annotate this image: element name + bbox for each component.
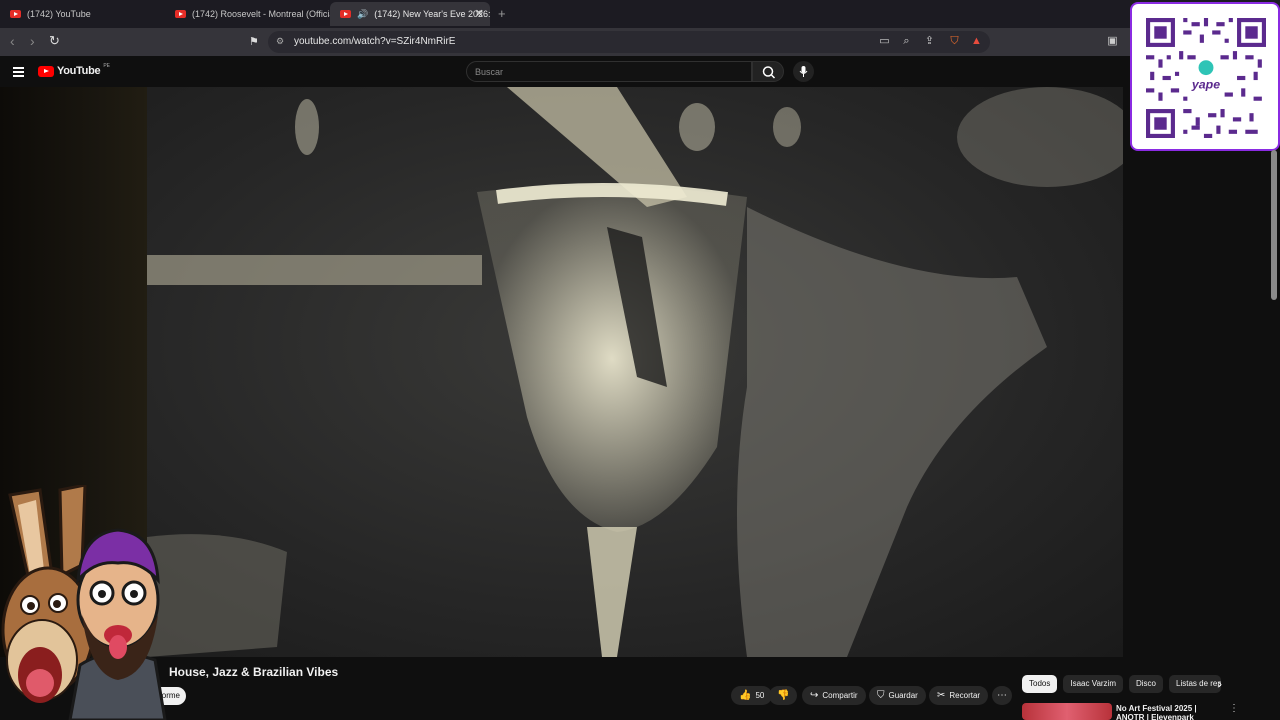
back-icon[interactable]: ‹ <box>10 33 15 49</box>
secondary-column <box>1123 87 1280 687</box>
dislike-button[interactable]: 👎 <box>769 686 798 705</box>
browser-tab-roosevelt[interactable]: (1742) Roosevelt - Montreal (Official <box>165 2 330 26</box>
search-icon <box>762 66 776 79</box>
yape-qr-code-overlay: yape <box>1130 2 1280 151</box>
forward-icon[interactable]: › <box>30 33 35 49</box>
youtube-play-icon <box>38 65 54 77</box>
recommendation-thumbnail[interactable] <box>1022 703 1112 720</box>
browser-tab-new-years-eve[interactable]: 🔊 (1742) New Year's Eve 2026: D ✕ <box>330 2 490 26</box>
more-vertical-icon[interactable]: ⋮ <box>1229 703 1239 714</box>
video-player[interactable] <box>147 87 1123 657</box>
clip-button[interactable]: ✂ Recortar <box>929 686 989 705</box>
chip-todos[interactable]: Todos <box>1022 675 1058 693</box>
address-bar[interactable]: ⚙ youtube.com/watch?v=SZir4NmRirE ▭ ⌕ ⇪ … <box>268 31 990 53</box>
site-settings-icon[interactable]: ⚙ <box>276 36 284 47</box>
like-count: 50 <box>755 691 765 700</box>
recommendation-chips: Todos Isaac Varzim Disco Listas de rep <box>1022 675 1222 693</box>
speaker-icon[interactable]: 🔊 <box>357 9 368 20</box>
brave-rewards-icon[interactable]: ▲ <box>970 35 983 48</box>
reload-icon[interactable]: ↻ <box>49 33 60 49</box>
like-button[interactable]: 👍 50 <box>731 686 773 705</box>
search-button[interactable] <box>752 61 784 82</box>
search-input[interactable]: Buscar <box>466 61 752 82</box>
sidebar-toggle-icon[interactable]: ▣ <box>1106 35 1119 48</box>
close-tab-icon[interactable]: ✕ <box>475 7 484 20</box>
save-button[interactable]: ⛉ Guardar <box>869 686 926 705</box>
youtube-favicon-icon <box>10 10 21 18</box>
tab-label: (1742) YouTube <box>27 9 91 19</box>
brave-shield-icon[interactable]: ⛉ <box>948 35 961 48</box>
microphone-icon <box>799 66 808 77</box>
streamer-mascot-overlay <box>1 485 167 720</box>
new-tab-button[interactable]: + <box>498 6 506 21</box>
thumbs-up-icon: 👍 <box>739 690 752 701</box>
chip-disco[interactable]: Disco <box>1129 675 1164 693</box>
youtube-favicon-icon <box>340 10 351 18</box>
tab-label: (1742) Roosevelt - Montreal (Official <box>192 9 330 19</box>
more-actions-button[interactable]: ⋯ <box>992 686 1012 705</box>
chevron-right-icon[interactable]: › <box>1218 677 1222 691</box>
page-scrollbar[interactable] <box>1271 150 1277 300</box>
bookmark-icon[interactable]: ⚑ <box>249 35 259 48</box>
video-frame-champagne-glass <box>147 87 1123 657</box>
zoom-icon[interactable]: ⌕ <box>900 35 913 48</box>
cast-icon[interactable]: ▭ <box>878 35 891 48</box>
browser-toolbar: ‹ › ↻ ⚑ ⚙ youtube.com/watch?v=SZir4NmRir… <box>0 28 1280 56</box>
share-arrow-icon: ↪ <box>810 690 819 701</box>
browser-tab-youtube[interactable]: (1742) YouTube <box>0 2 165 26</box>
youtube-logo[interactable]: YouTube PE <box>38 63 110 77</box>
youtube-favicon-icon <box>175 10 186 18</box>
chip-isaac-varzim[interactable]: Isaac Varzim <box>1063 675 1123 693</box>
qr-brand-text: yape <box>1191 77 1220 91</box>
share-button[interactable]: ↪ Compartir <box>802 686 866 705</box>
scissors-icon: ✂ <box>937 690 946 701</box>
thumbs-down-icon: 👎 <box>777 690 790 701</box>
browser-tab-bar: (1742) YouTube (1742) Roosevelt - Montre… <box>0 0 1280 28</box>
voice-search-button[interactable] <box>793 61 814 82</box>
search-placeholder: Buscar <box>475 67 504 77</box>
chip-listas[interactable]: Listas de rep <box>1169 675 1222 693</box>
tab-label: (1742) New Year's Eve 2026: D <box>374 9 490 19</box>
url-text: youtube.com/watch?v=SZir4NmRirE <box>294 36 456 47</box>
recommendation-title[interactable]: No Art Festival 2025 | ANOTR | Elevenpar… <box>1116 704 1220 720</box>
bookmark-save-icon: ⛉ <box>877 690 885 701</box>
share-icon[interactable]: ⇪ <box>923 35 936 48</box>
video-title: House, Jazz & Brazilian Vibes <box>169 665 339 679</box>
more-horizontal-icon: ⋯ <box>997 690 1007 701</box>
menu-icon[interactable] <box>13 67 24 79</box>
qr-code-image: yape <box>1146 18 1266 138</box>
